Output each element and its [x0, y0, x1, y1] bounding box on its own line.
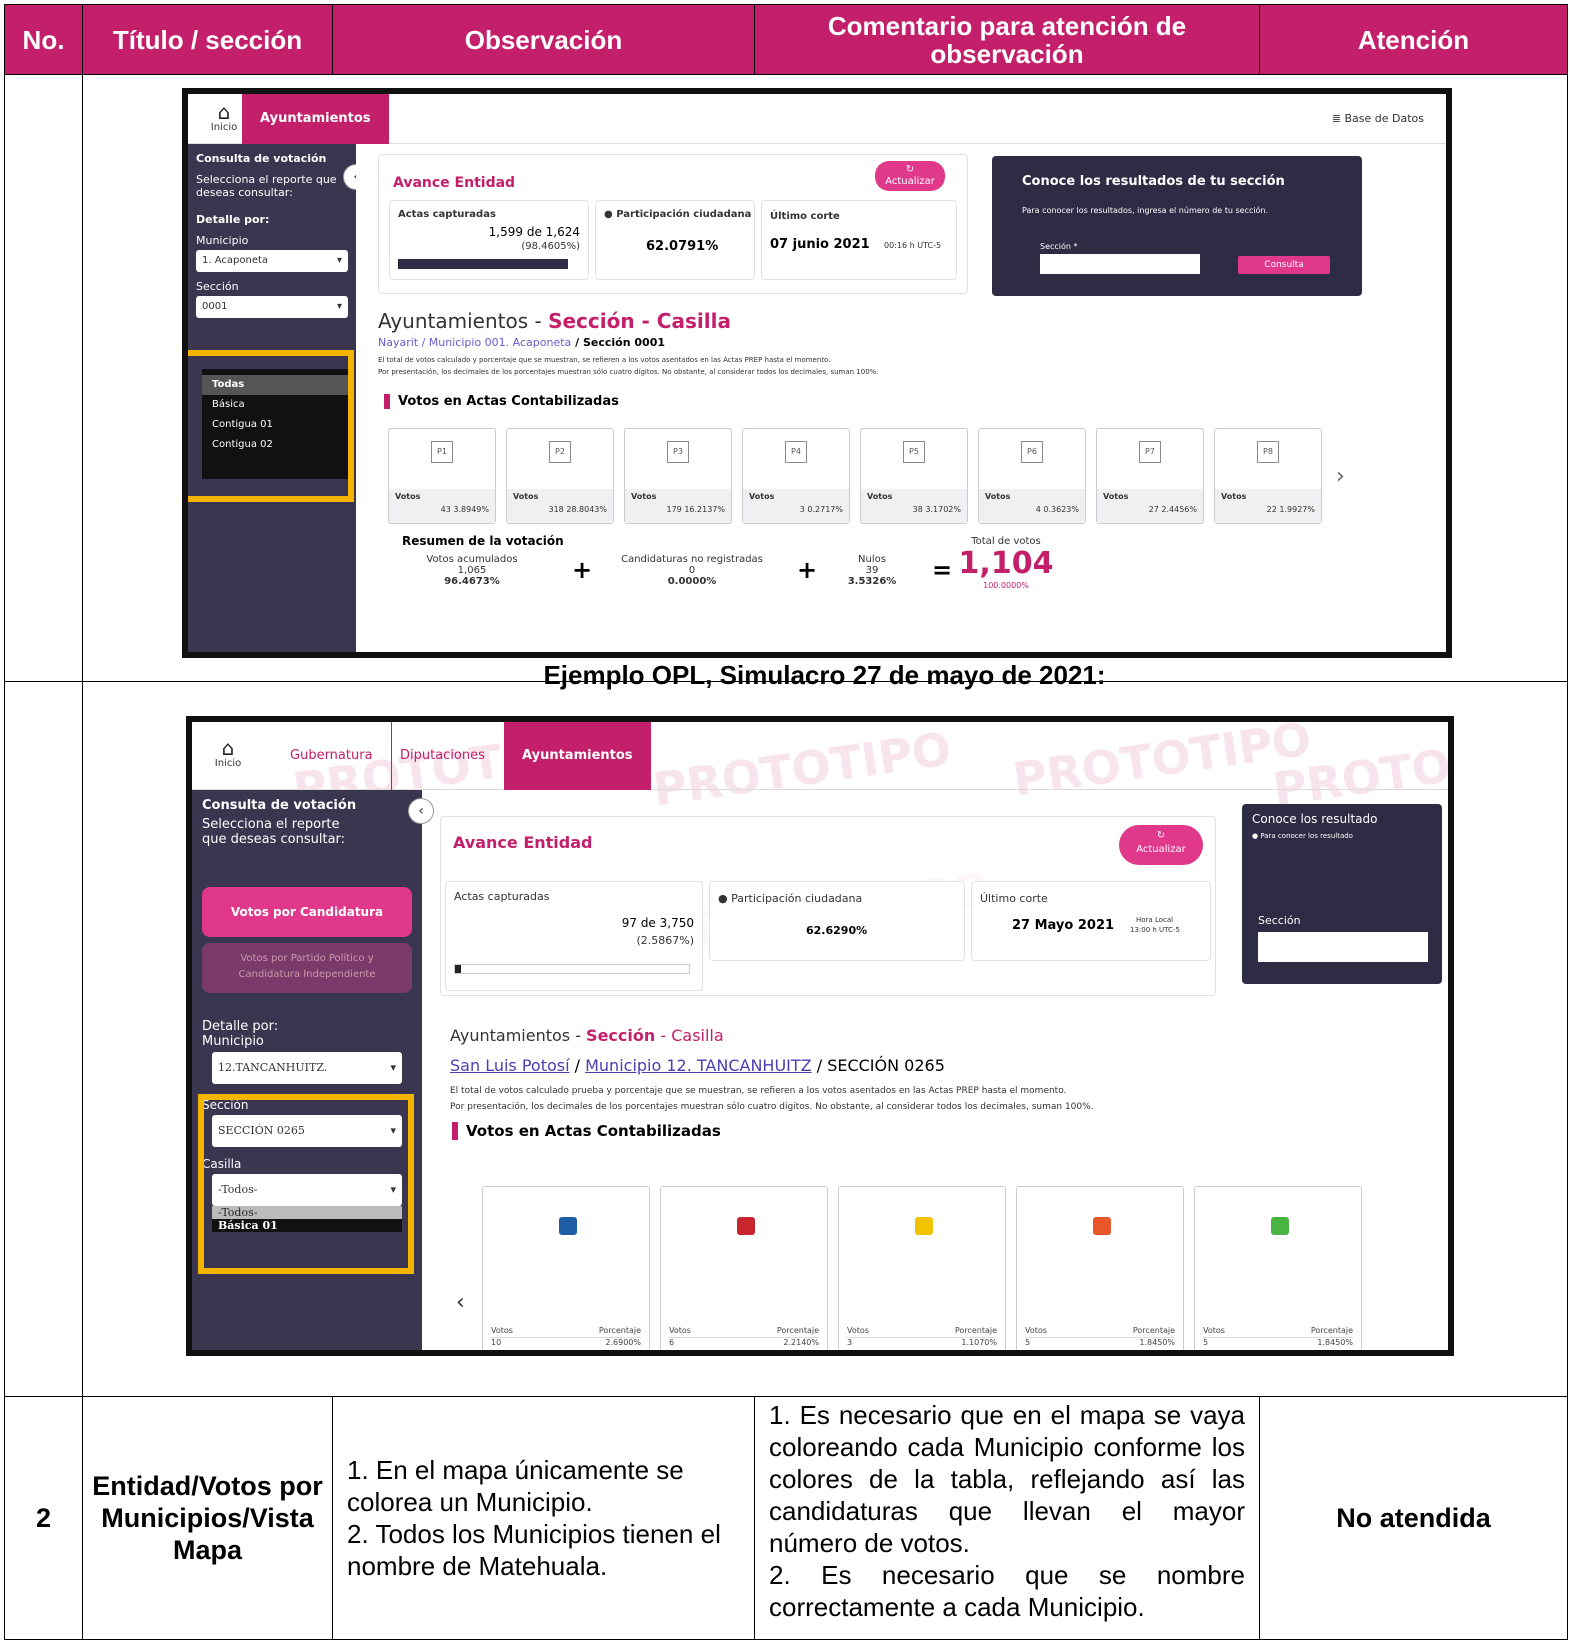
tab-ayuntamientos[interactable]: Ayuntamientos [242, 94, 389, 144]
refresh-icon: ↻ [1156, 830, 1166, 841]
total-votos: Total de votos 1,104 100.0000% [958, 536, 1054, 590]
party-logo-icon [1093, 1217, 1111, 1235]
breadcrumb: Nayarit / Municipio 001. Acaponeta / Sec… [378, 336, 666, 349]
party-logo-icon: P8 [1257, 441, 1279, 463]
equals-icon: = [932, 556, 953, 584]
actualizar-button[interactable]: ↻ Actualizar [875, 161, 945, 191]
avance-title: Avance Entidad [393, 175, 516, 191]
database-link[interactable]: ≣ Base de Datos [1332, 112, 1424, 125]
party-logo-icon [559, 1217, 577, 1235]
party-logo-icon [1271, 1217, 1289, 1235]
table-row: 2 Entidad/Votos por Municipios/Vista Map… [4, 1396, 1568, 1640]
home-link[interactable]: ⌂ Inicio [204, 102, 244, 133]
header-no: No. [4, 4, 83, 75]
votos-title: Votos en Actas Contabilizadas [452, 1122, 721, 1140]
info-icon: ● [604, 209, 613, 220]
party-logo-icon [737, 1217, 755, 1235]
party-logo-icon: P2 [549, 441, 571, 463]
home-link[interactable]: ⌂ Inicio [208, 738, 248, 769]
next-arrow-icon[interactable]: › [1336, 464, 1345, 489]
row-comentario: 1. Es necesario que en el mapa se vaya c… [754, 1396, 1260, 1640]
header-comentario: Comentario para atención de observación [754, 4, 1260, 75]
header-atencion: Atención [1259, 4, 1568, 75]
actualizar-button[interactable]: ↻ Actualizar [1119, 825, 1203, 865]
party-card: Votos Porcentaje 10 2.6900% [482, 1186, 650, 1350]
prev-arrow-icon[interactable]: ‹ [456, 1290, 465, 1315]
main-content: Avance Entidad ↻ Actualizar Actas captura… [356, 144, 1446, 652]
breadcrumb-link[interactable]: Municipio 12. TANCANHUITZ [585, 1056, 812, 1075]
example-caption: Ejemplo OPL, Simulacro 27 de mayo de 202… [543, 660, 1106, 690]
party-card: P7 Votos 27 2.4456% [1096, 428, 1204, 524]
party-logo-icon: P1 [431, 441, 453, 463]
home-icon: ⌂ [221, 736, 235, 760]
breadcrumb: San Luis Potosí / Municipio 12. TANCANHU… [450, 1056, 945, 1075]
breadcrumb-link[interactable]: San Luis Potosí [450, 1056, 570, 1075]
consulta-button[interactable]: Consulta [1238, 256, 1330, 274]
actas-progress-bar [398, 259, 568, 269]
party-logo-icon: P7 [1139, 441, 1161, 463]
seccion-select[interactable]: 0001 [196, 296, 348, 318]
comentario-2: 2. Es necesario que se nombre correctame… [769, 1560, 1245, 1622]
municipio-select[interactable]: 1. Acaponeta [196, 250, 348, 272]
plus-icon: + [572, 556, 593, 584]
seccion-input[interactable] [1040, 254, 1200, 274]
actas-progress-bar [454, 964, 690, 974]
party-card: Votos Porcentaje 6 2.2140% [660, 1186, 828, 1350]
municipio-select[interactable]: 12.TANCANHUITZ. [212, 1052, 402, 1084]
refresh-icon: ↻ [905, 164, 915, 175]
page-title: Ayuntamientos - Sección - Casilla [378, 309, 731, 333]
votos-partido-button[interactable]: Votos por Partido Político y Candidatura… [202, 943, 412, 993]
highlight-box [188, 350, 354, 502]
header-observacion: Observación [332, 4, 755, 75]
header-titulo: Título / sección [82, 4, 333, 75]
party-card: Votos Porcentaje 5 1.8450% [1194, 1186, 1362, 1350]
row-titulo: Entidad/Votos por Municipios/Vista Mapa [82, 1396, 333, 1640]
observacion-1: 1. En el mapa únicamente se colorea un M… [347, 1455, 684, 1517]
comentario-1: 1. Es necesario que en el mapa se vaya c… [769, 1400, 1245, 1558]
info-icon: ● [718, 892, 728, 905]
avance-card: Avance Entidad ↻ Actualizar Actas captura… [440, 816, 1216, 996]
page-title: Ayuntamientos - Sección - Casilla [450, 1026, 724, 1045]
party-logo-icon [915, 1217, 933, 1235]
consulta-seccion-panel: Conoce los resultado ● Para conocer los … [1242, 804, 1442, 984]
votos-title: Votos en Actas Contabilizadas [384, 394, 619, 409]
votos-candidatura-button[interactable]: Votos por Candidatura [202, 887, 412, 937]
party-logo-icon: P4 [785, 441, 807, 463]
avance-card: Avance Entidad ↻ Actualizar Actas captura… [378, 154, 968, 294]
consulta-seccion-panel: Conoce los resultados de tu sección Para… [992, 156, 1362, 296]
party-card: P5 Votos 38 3.1702% [860, 428, 968, 524]
party-card: P4 Votos 3 0.2717% [742, 428, 850, 524]
database-icon: ≣ [1331, 112, 1345, 125]
party-card: P8 Votos 22 1.9927% [1214, 428, 1322, 524]
info-icon: ● [1252, 832, 1259, 840]
main-content: Avance Entidad ↻ Actualizar Actas captura… [422, 790, 1448, 1350]
tab-diputaciones[interactable]: Diputaciones [382, 722, 503, 790]
party-card: Votos Porcentaje 5 1.8450% [1016, 1186, 1184, 1350]
party-logo-icon: P5 [903, 441, 925, 463]
table-header-row: No. Título / sección Observación Comenta… [4, 4, 1568, 75]
party-card: Votos Porcentaje 3 1.1070% [838, 1186, 1006, 1350]
row-number: 2 [4, 1396, 83, 1640]
home-icon: ⌂ [217, 100, 231, 124]
tab-ayuntamientos[interactable]: Ayuntamientos [504, 722, 651, 790]
party-card: P2 Votos 318 28.8043% [506, 428, 614, 524]
party-card: P3 Votos 179 16.2137% [624, 428, 732, 524]
party-logo-icon: P6 [1021, 441, 1043, 463]
screenshot-prep-nayarit: ⌂ Inicio Ayuntamientos ≣ Base de Datos Co… [182, 88, 1452, 658]
row-atencion: No atendida [1259, 1396, 1568, 1640]
observacion-2: 2. Todos los Municipios tienen el nombre… [347, 1519, 721, 1581]
party-logo-icon: P3 [667, 441, 689, 463]
screenshot-prep-slp: PROTOTIPOPROTOTIPOPROTOTIPOPROTOTIPOPROT… [186, 716, 1454, 1356]
highlight-box [198, 1094, 414, 1274]
tab-gubernatura[interactable]: Gubernatura [272, 722, 392, 790]
party-card: P6 Votos 4 0.3623% [978, 428, 1086, 524]
plus-icon: + [797, 556, 818, 584]
party-card: P1 Votos 43 3.8949% [388, 428, 496, 524]
seccion-input[interactable] [1258, 932, 1428, 962]
document-page: No. Título / sección Observación Comenta… [0, 0, 1571, 1643]
row-observacion: 1. En el mapa únicamente se colorea un M… [332, 1396, 755, 1640]
